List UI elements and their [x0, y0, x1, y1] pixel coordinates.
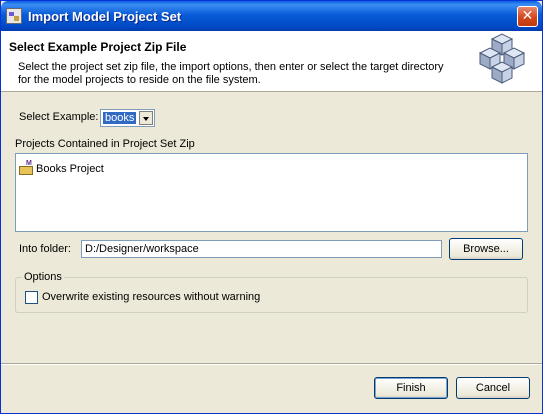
title-bar[interactable]: Import Model Project Set ✕ — [1, 1, 542, 31]
projects-list[interactable]: M Books Project — [15, 153, 528, 232]
window-title: Import Model Project Set — [28, 9, 182, 24]
app-icon — [6, 8, 22, 24]
overwrite-checkbox[interactable] — [25, 291, 38, 304]
options-group: Options Overwrite existing resources wit… — [15, 271, 528, 313]
example-dropdown[interactable]: books — [100, 109, 155, 127]
into-folder-label: Into folder: — [19, 243, 71, 255]
browse-button[interactable]: Browse... — [449, 238, 523, 260]
options-legend: Options — [22, 271, 64, 283]
close-icon: ✕ — [521, 8, 534, 24]
select-example-label: Select Example: — [19, 111, 99, 123]
folder-input[interactable]: D:/Designer/workspace — [81, 240, 442, 258]
model-project-icon: M — [19, 160, 35, 176]
projects-label: Projects Contained in Project Set Zip — [15, 138, 195, 150]
example-dropdown-value: books — [103, 112, 137, 124]
list-item-label: Books Project — [36, 163, 104, 175]
overwrite-label[interactable]: Overwrite existing resources without war… — [42, 291, 260, 303]
chevron-down-icon[interactable] — [139, 111, 153, 125]
wizard-header: Select Example Project Zip File Select t… — [1, 31, 542, 92]
close-button[interactable]: ✕ — [517, 6, 538, 27]
page-title: Select Example Project Zip File — [9, 40, 187, 54]
page-description: Select the project set zip file, the imp… — [18, 61, 444, 86]
finish-button[interactable]: Finish — [374, 377, 448, 399]
cancel-button[interactable]: Cancel — [456, 377, 530, 399]
cubes-icon — [478, 33, 526, 84]
dialog-window: Import Model Project Set ✕ Select Exampl… — [0, 0, 543, 414]
list-item[interactable]: M Books Project — [19, 160, 104, 177]
footer-separator — [1, 363, 542, 365]
